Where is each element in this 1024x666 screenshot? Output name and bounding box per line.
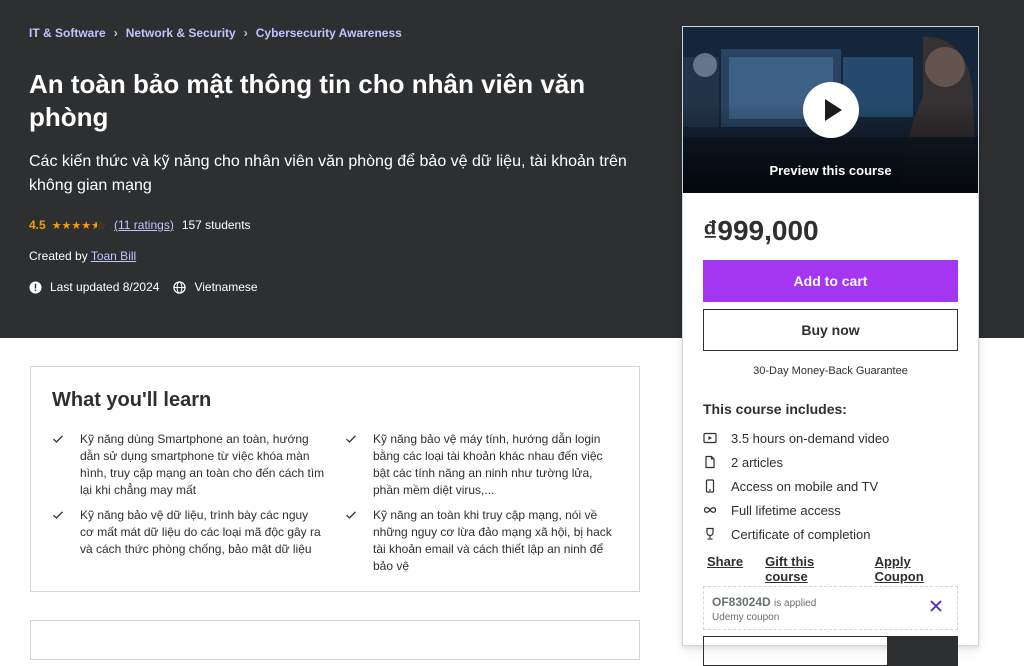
infinity-icon <box>703 503 717 517</box>
coupon-input[interactable] <box>703 636 888 666</box>
file-icon <box>703 455 717 469</box>
mobile-icon <box>703 479 717 493</box>
learn-item: Kỹ năng an toàn khi truy cập mạng, nói v… <box>346 507 618 575</box>
learn-item: Kỹ năng bảo vệ dữ liệu, trình bày các ng… <box>53 507 325 558</box>
coupon-apply-button[interactable] <box>888 636 958 666</box>
check-icon <box>346 435 356 443</box>
coupon-status: is applied <box>774 598 817 609</box>
close-icon[interactable] <box>929 599 943 613</box>
chevron-right-icon: › <box>243 26 248 40</box>
chevron-right-icon: › <box>113 26 118 40</box>
purchase-card: Preview this course ₫999,000 Add to cart… <box>682 26 979 666</box>
buy-now-button[interactable]: Buy now <box>703 309 958 351</box>
includes-item-text: Full lifetime access <box>731 502 841 518</box>
trophy-icon <box>703 527 717 541</box>
coupon-source: Udemy coupon <box>712 612 780 623</box>
instructor-link[interactable]: Toan Bill <box>91 249 136 263</box>
video-icon <box>703 431 717 445</box>
rating-value: 4.5 <box>29 218 46 232</box>
includes-item-text: Certificate of completion <box>731 526 871 542</box>
course-subtitle: Các kiến thức và kỹ năng cho nhân viên v… <box>29 153 627 194</box>
includes-item: Certificate of completion <box>703 522 889 546</box>
breadcrumb-network-security[interactable]: Network & Security <box>126 26 236 40</box>
coupon-code-line: OF83024D is applied <box>712 595 816 609</box>
last-updated: Last updated 8/2024 <box>50 280 160 294</box>
includes-item: 3.5 hours on-demand video <box>703 426 889 450</box>
gift-course-link[interactable]: Gift this course <box>765 554 852 584</box>
ratings-count-link[interactable]: (11 ratings) <box>114 218 174 232</box>
check-icon <box>346 511 356 519</box>
includes-item: Full lifetime access <box>703 498 889 522</box>
breadcrumb-it-software[interactable]: IT & Software <box>29 26 106 40</box>
alert-badge-icon <box>29 280 42 294</box>
add-to-cart-button[interactable]: Add to cart <box>703 260 958 302</box>
course-price: ₫999,000 <box>703 215 819 246</box>
breadcrumb-cybersecurity-awareness[interactable]: Cybersecurity Awareness <box>256 26 402 40</box>
course-title: An toàn bảo mật thông tin cho nhân viên … <box>29 69 586 132</box>
apply-coupon-link[interactable]: Apply Coupon <box>875 554 956 584</box>
share-link[interactable]: Share <box>707 554 743 584</box>
students-count: 157 students <box>181 218 251 232</box>
includes-item-text: Access on mobile and TV <box>731 478 879 494</box>
course-preview-video[interactable]: Preview this course <box>683 27 978 193</box>
star-rating-icon: ★★★★★☆ <box>51 219 107 232</box>
learn-item-text: Kỹ năng dùng Smartphone an toàn, hướng d… <box>80 432 325 497</box>
play-icon[interactable] <box>803 82 859 138</box>
includes-item: 2 articles <box>703 450 889 474</box>
money-back-guarantee: 30-Day Money-Back Guarantee <box>753 365 908 377</box>
next-section-box <box>30 620 640 660</box>
preview-label: Preview this course <box>769 163 892 178</box>
learn-heading: What you'll learn <box>52 389 212 411</box>
learn-item: Kỹ năng dùng Smartphone an toàn, hướng d… <box>53 431 325 499</box>
what-youll-learn-box: What you'll learn Kỹ năng dùng Smartphon… <box>30 366 640 592</box>
learn-item-text: Kỹ năng bảo vệ dữ liệu, trình bày các ng… <box>80 508 321 556</box>
learn-item-text: Kỹ năng an toàn khi truy cập mạng, nói v… <box>373 508 612 573</box>
includes-list: 3.5 hours on-demand video 2 articles Acc… <box>703 426 889 546</box>
breadcrumb: IT & Software › Network & Security › Cyb… <box>29 26 402 40</box>
check-icon <box>53 435 63 443</box>
learn-item-text: Kỹ năng bảo vệ máy tính, hướng dẫn login… <box>373 432 603 497</box>
course-meta: Last updated 8/2024 Vietnamese <box>29 280 258 294</box>
globe-icon <box>173 280 187 294</box>
applied-coupon: OF83024D is applied Udemy coupon <box>703 586 958 630</box>
created-by-label: Created by <box>29 249 88 263</box>
includes-heading: This course includes: <box>703 401 847 417</box>
includes-item-text: 2 articles <box>731 454 784 470</box>
learn-item: Kỹ năng bảo vệ máy tính, hướng dẫn login… <box>346 431 618 499</box>
rating-row: 4.5 ★★★★★☆ (11 ratings) 157 students <box>29 218 251 232</box>
card-links: Share Gift this course Apply Coupon <box>707 554 978 584</box>
includes-item: Access on mobile and TV <box>703 474 889 498</box>
coupon-code: OF83024D <box>712 595 771 609</box>
check-icon <box>53 511 63 519</box>
course-language: Vietnamese <box>194 280 258 294</box>
includes-item-text: 3.5 hours on-demand video <box>731 430 890 446</box>
created-by: Created by Toan Bill <box>29 249 136 263</box>
